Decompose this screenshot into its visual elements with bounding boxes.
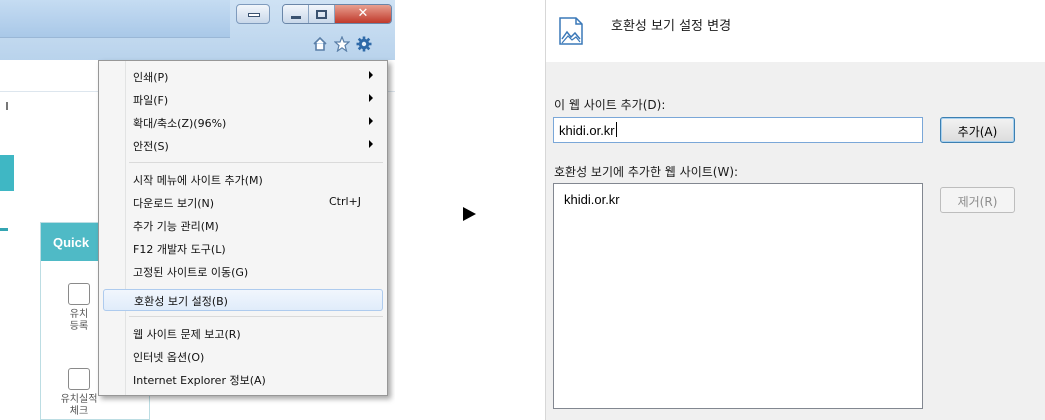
menu-item-label: 시작 메뉴에 사이트 추가(M)	[133, 174, 263, 187]
window-controls: ✕	[282, 4, 392, 24]
menu-item-label: 웹 사이트 문제 보고(R)	[133, 328, 241, 341]
dialog-title: 호환성 보기 설정 변경	[611, 19, 732, 34]
add-site-input[interactable]: khidi.or.kr	[553, 117, 923, 143]
menu-item-internet-options[interactable]: 인터넷 옵션(O)	[103, 345, 383, 367]
menu-item-label: 다운로드 보기(N)	[133, 197, 215, 210]
menu-item-dev-tools[interactable]: F12 개발자 도구(L)	[103, 237, 383, 259]
menu-item-label: 파일(F)	[133, 94, 169, 107]
compat-view-icon	[559, 17, 583, 45]
add-site-label: 이 웹 사이트 추가(D):	[554, 98, 666, 112]
dialog-header: 호환성 보기 설정 변경	[546, 0, 1045, 62]
menu-item-report-problems[interactable]: 웹 사이트 문제 보고(R)	[103, 322, 383, 344]
page-teal-block	[0, 155, 14, 191]
maximize-button[interactable]	[309, 5, 335, 23]
bar-chart-icon	[68, 368, 90, 390]
menu-item-about-ie[interactable]: Internet Explorer 정보(A)	[103, 368, 383, 390]
close-icon: ✕	[357, 6, 369, 21]
close-button[interactable]: ✕	[335, 5, 391, 23]
favorites-star-icon[interactable]	[334, 36, 350, 52]
menu-separator	[129, 162, 383, 163]
quick-item-label-line2: 체크	[69, 406, 89, 417]
next-step-arrow-icon	[463, 207, 476, 221]
menu-item-label: 추가 기능 관리(M)	[133, 220, 219, 233]
menu-item-label: Internet Explorer 정보(A)	[133, 374, 266, 387]
menu-item-label: 호환성 보기 설정(B)	[134, 295, 228, 308]
menu-separator	[129, 316, 383, 317]
menu-item-print[interactable]: 인쇄(P)	[103, 65, 383, 87]
submenu-arrow-icon	[369, 94, 373, 102]
edit-icon	[68, 283, 90, 305]
list-item[interactable]: khidi.or.kr	[564, 192, 620, 207]
menu-item-label: 고정된 사이트로 이동(G)	[133, 266, 249, 279]
remove-button[interactable]: 제거(R)	[940, 187, 1015, 213]
menu-item-label: 안전(S)	[133, 140, 169, 153]
menu-item-label: 인터넷 옵션(O)	[133, 351, 205, 364]
minimize-icon	[291, 16, 301, 19]
compat-site-list[interactable]: khidi.or.kr	[553, 183, 923, 409]
text-caret	[615, 122, 617, 137]
ie-tab-strip	[0, 0, 230, 38]
menu-item-label: F12 개발자 도구(L)	[133, 243, 226, 256]
add-button[interactable]: 추가(A)	[940, 117, 1015, 143]
page-teal-dash	[0, 228, 8, 231]
menu-item-zoom[interactable]: 확대/축소(Z)(96%)	[103, 111, 383, 133]
menu-item-label: 인쇄(P)	[133, 71, 169, 84]
ie-command-icons	[312, 36, 372, 52]
menu-item-shortcut: Ctrl+J	[328, 195, 361, 208]
menu-item-view-downloads[interactable]: 다운로드 보기(N) Ctrl+J	[103, 191, 383, 213]
site-list-label: 호환성 보기에 추가한 웹 사이트(W):	[554, 165, 739, 179]
tools-menu: 인쇄(P) 파일(F) 확대/축소(Z)(96%) 안전(S) 시작 메뉴에 사…	[98, 60, 388, 396]
instruction-figure: ✕ Quick 유치 등록 유치실적 체크 인쇄(P) 파일(F) 확대/축소(…	[0, 0, 1045, 420]
submenu-arrow-icon	[369, 117, 373, 125]
menu-item-manage-addons[interactable]: 추가 기능 관리(M)	[103, 214, 383, 236]
window-icon	[248, 13, 260, 17]
maximize-icon	[316, 10, 327, 19]
ie-window: ✕ Quick 유치 등록 유치실적 체크 인쇄(P) 파일(F) 확대/축소(…	[0, 0, 395, 420]
compat-view-dialog: 호환성 보기 설정 변경 이 웹 사이트 추가(D): khidi.or.kr …	[545, 0, 1045, 420]
menu-item-add-to-start[interactable]: 시작 메뉴에 사이트 추가(M)	[103, 168, 383, 190]
add-site-input-value: khidi.or.kr	[559, 123, 615, 138]
menu-item-pinned-sites[interactable]: 고정된 사이트로 이동(G)	[103, 260, 383, 282]
home-icon[interactable]	[312, 36, 328, 52]
submenu-arrow-icon	[369, 140, 373, 148]
menu-item-label: 확대/축소(Z)(96%)	[133, 117, 227, 130]
tools-gear-icon[interactable]	[356, 36, 372, 52]
minimize-button[interactable]	[283, 5, 309, 23]
restore-tab-button[interactable]	[236, 4, 270, 24]
submenu-arrow-icon	[369, 71, 373, 79]
menu-item-compat-view-settings[interactable]: 호환성 보기 설정(B)	[103, 289, 383, 311]
menu-item-safety[interactable]: 안전(S)	[103, 134, 383, 156]
page-fragment	[6, 102, 8, 110]
menu-item-file[interactable]: 파일(F)	[103, 88, 383, 110]
